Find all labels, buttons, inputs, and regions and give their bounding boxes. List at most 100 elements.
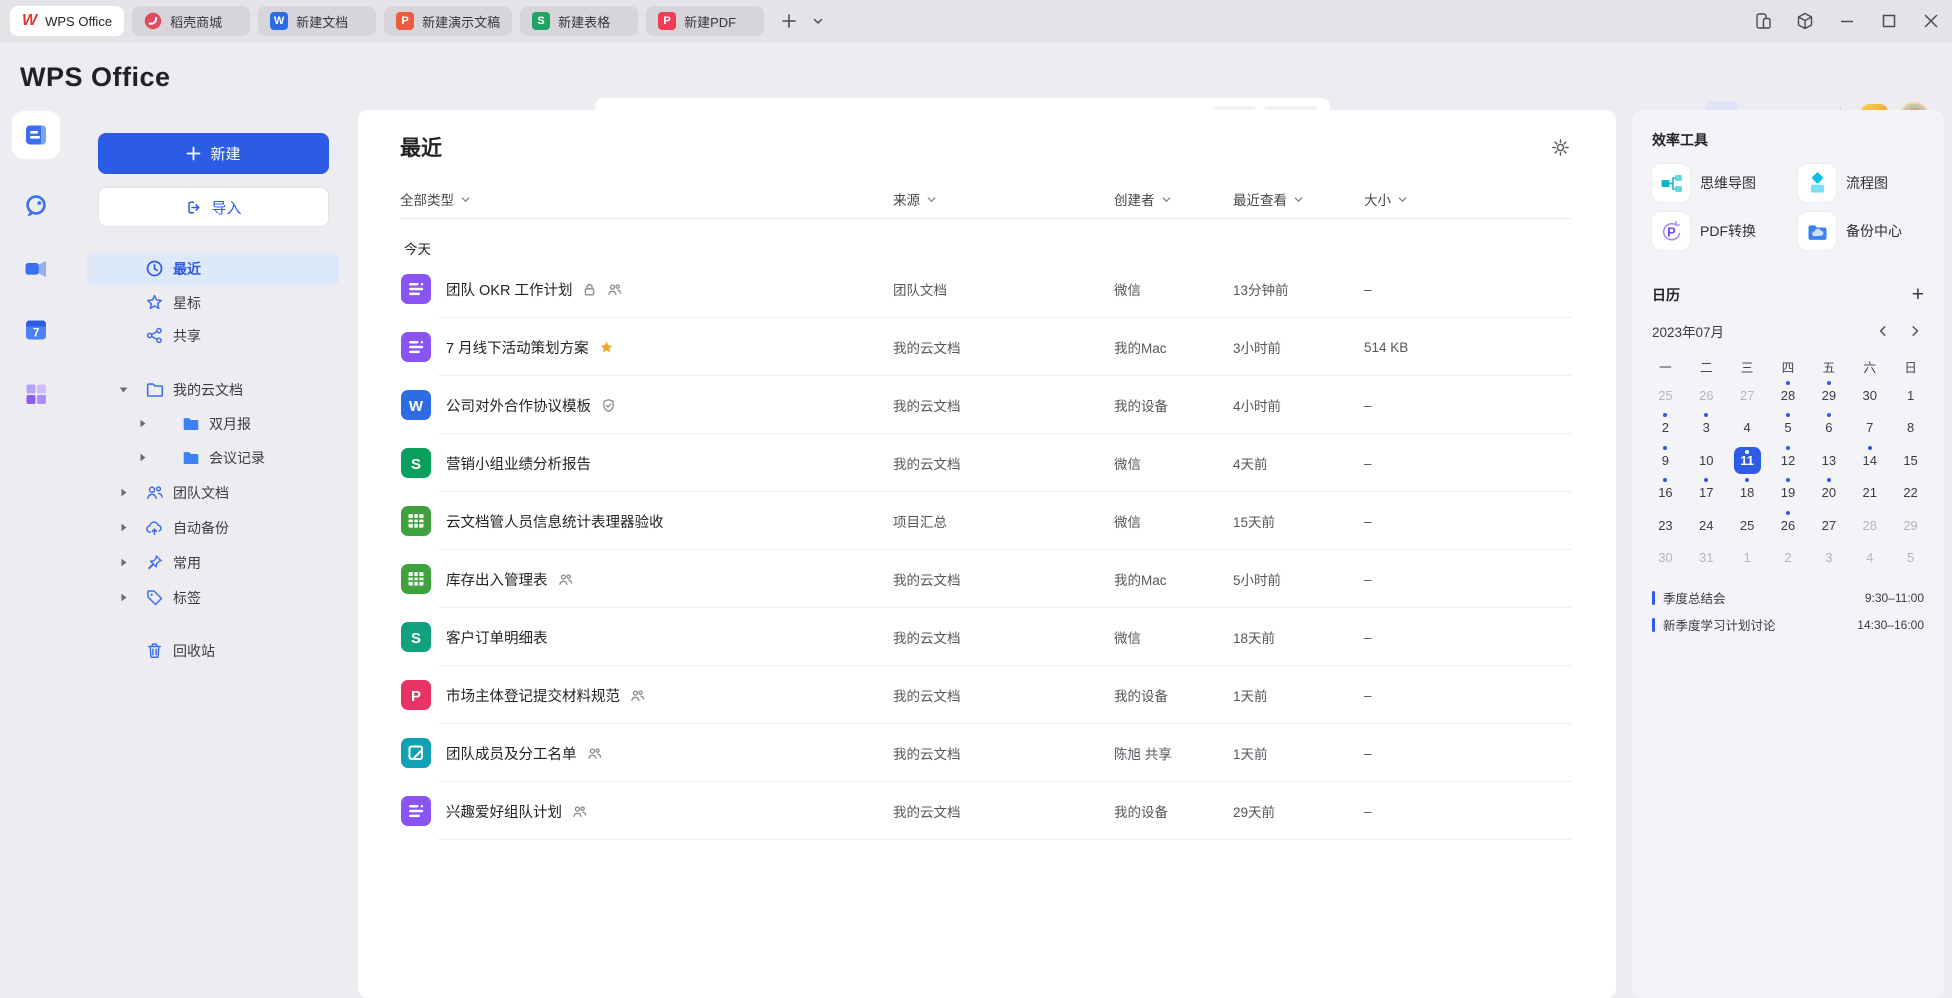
calendar-day-selected[interactable]: 11	[1727, 444, 1768, 477]
calendar-day[interactable]: 6	[1808, 412, 1849, 445]
calendar-day[interactable]: 24	[1686, 509, 1727, 542]
close-button[interactable]	[1920, 10, 1942, 32]
caret-right-icon[interactable]	[136, 417, 149, 430]
calendar-day[interactable]: 3	[1686, 412, 1727, 445]
tab-docer-mall[interactable]: 稻壳商城	[132, 6, 250, 36]
minimize-button[interactable]	[1836, 10, 1858, 32]
tool-pdf-convert[interactable]: PPDF转换	[1652, 212, 1798, 250]
sidebar-item-recycle-bin[interactable]: 回收站	[87, 635, 339, 667]
calendar-day[interactable]: 31	[1686, 542, 1727, 575]
import-button[interactable]: 导入	[98, 187, 329, 227]
calendar-day[interactable]: 20	[1808, 477, 1849, 510]
calendar-day[interactable]: 1	[1727, 542, 1768, 575]
filter-last-viewed[interactable]: 最近查看	[1233, 188, 1304, 210]
calendar-day[interactable]: 28	[1849, 509, 1890, 542]
sidebar-item-team-docs[interactable]: 团队文档	[87, 477, 339, 509]
calendar-day[interactable]: 2	[1645, 412, 1686, 445]
file-row[interactable]: 兴趣爱好组队计划我的云文档我的设备29天前–	[358, 782, 1616, 840]
file-row[interactable]: W公司对外合作协议模板我的云文档我的设备4小时前–	[358, 376, 1616, 434]
tab-new-pdf[interactable]: P新建PDF	[646, 6, 764, 36]
filter-size[interactable]: 大小	[1364, 188, 1408, 210]
calendar-day[interactable]: 7	[1849, 412, 1890, 445]
calendar-day[interactable]: 8	[1890, 412, 1931, 445]
calendar-day[interactable]: 5	[1890, 542, 1931, 575]
file-row[interactable]: 团队 OKR 工作计划团队文档微信13分钟前–	[358, 260, 1616, 318]
calendar-day[interactable]: 15	[1890, 444, 1931, 477]
caret-right-icon[interactable]	[117, 521, 130, 534]
calendar-prev-button[interactable]	[1874, 322, 1892, 340]
tool-mindmap[interactable]: 思维导图	[1652, 164, 1798, 202]
calendar-day[interactable]: 23	[1645, 509, 1686, 542]
calendar-day[interactable]: 1	[1890, 379, 1931, 412]
calendar-day[interactable]: 17	[1686, 477, 1727, 510]
sidebar-item-my-cloud-docs[interactable]: 我的云文档	[87, 374, 339, 406]
sidebar-item-recent[interactable]: 最近	[87, 253, 339, 285]
calendar-day[interactable]: 22	[1890, 477, 1931, 510]
calendar-day[interactable]: 29	[1808, 379, 1849, 412]
new-tab-button[interactable]	[780, 12, 798, 30]
calendar-day[interactable]: 19	[1768, 477, 1809, 510]
calendar-day[interactable]: 4	[1849, 542, 1890, 575]
calendar-day[interactable]: 25	[1727, 509, 1768, 542]
tab-new-doc[interactable]: W新建文档	[258, 6, 376, 36]
sidebar-item-bimonthly-report[interactable]: 双月报	[87, 408, 339, 440]
rail-item-calendar[interactable]: 7	[12, 306, 60, 354]
calendar-day[interactable]: 28	[1768, 379, 1809, 412]
sidebar-item-tags[interactable]: 标签	[87, 582, 339, 614]
file-row[interactable]: S客户订单明细表我的云文档微信18天前–	[358, 608, 1616, 666]
caret-down-icon[interactable]	[117, 383, 130, 396]
calendar-day[interactable]: 9	[1645, 444, 1686, 477]
tool-backup-center[interactable]: 备份中心	[1798, 212, 1924, 250]
file-row[interactable]: 云文档管人员信息统计表理器验收项目汇总微信15天前–	[358, 492, 1616, 550]
calendar-day[interactable]: 10	[1686, 444, 1727, 477]
sidebar-item-meeting-notes[interactable]: 会议记录	[87, 442, 339, 474]
rail-item-messages[interactable]	[12, 182, 60, 230]
calendar-day[interactable]: 30	[1849, 379, 1890, 412]
sidebar-item-shared[interactable]: 共享	[87, 320, 339, 352]
caret-right-icon[interactable]	[117, 556, 130, 569]
mobile-device-icon[interactable]	[1752, 10, 1774, 32]
caret-right-icon[interactable]	[136, 451, 149, 464]
calendar-day[interactable]: 12	[1768, 444, 1809, 477]
calendar-next-button[interactable]	[1906, 322, 1924, 340]
calendar-day[interactable]: 30	[1645, 542, 1686, 575]
calendar-event[interactable]: 季度总结会9:30–11:00	[1652, 584, 1924, 611]
file-row[interactable]: S营销小组业绩分析报告我的云文档微信4天前–	[358, 434, 1616, 492]
calendar-day[interactable]: 2	[1768, 542, 1809, 575]
sidebar-item-starred[interactable]: 星标	[87, 287, 339, 319]
maximize-button[interactable]	[1878, 10, 1900, 32]
calendar-day[interactable]: 26	[1768, 509, 1809, 542]
settings-gear-icon[interactable]	[1551, 138, 1570, 157]
tab-new-sheet[interactable]: S新建表格	[520, 6, 638, 36]
file-row[interactable]: 库存出入管理表我的云文档我的Mac5小时前–	[358, 550, 1616, 608]
rail-item-meetings[interactable]	[12, 245, 60, 293]
calendar-day[interactable]: 16	[1645, 477, 1686, 510]
sidebar-item-frequent[interactable]: 常用	[87, 547, 339, 579]
calendar-day[interactable]: 29	[1890, 509, 1931, 542]
filter-creator[interactable]: 创建者	[1114, 188, 1172, 210]
calendar-day[interactable]: 18	[1727, 477, 1768, 510]
calendar-event[interactable]: 新季度学习计划讨论14:30–16:00	[1652, 611, 1924, 638]
file-row[interactable]: 团队成员及分工名单我的云文档陈旭 共享1天前–	[358, 724, 1616, 782]
caret-right-icon[interactable]	[117, 591, 130, 604]
calendar-day[interactable]: 5	[1768, 412, 1809, 445]
calendar-day[interactable]: 13	[1808, 444, 1849, 477]
calendar-day[interactable]: 3	[1808, 542, 1849, 575]
calendar-day[interactable]: 27	[1727, 379, 1768, 412]
calendar-day[interactable]: 25	[1645, 379, 1686, 412]
rail-item-documents[interactable]	[12, 111, 60, 159]
sidebar-item-auto-backup[interactable]: 自动备份	[87, 512, 339, 544]
calendar-day[interactable]: 14	[1849, 444, 1890, 477]
tab-new-slides[interactable]: P新建演示文稿	[384, 6, 512, 36]
tool-flowchart[interactable]: 流程图	[1798, 164, 1924, 202]
calendar-day[interactable]: 4	[1727, 412, 1768, 445]
file-row[interactable]: P市场主体登记提交材料规范我的云文档我的设备1天前–	[358, 666, 1616, 724]
calendar-day[interactable]: 21	[1849, 477, 1890, 510]
calendar-day[interactable]: 27	[1808, 509, 1849, 542]
new-button[interactable]: 新建	[98, 133, 329, 174]
rail-item-apps[interactable]	[12, 370, 60, 418]
calendar-day[interactable]: 26	[1686, 379, 1727, 412]
filter-source[interactable]: 来源	[893, 188, 937, 210]
tab-wps-office[interactable]: WWPS Office	[10, 6, 124, 36]
filter-all-types[interactable]: 全部类型	[400, 188, 471, 210]
